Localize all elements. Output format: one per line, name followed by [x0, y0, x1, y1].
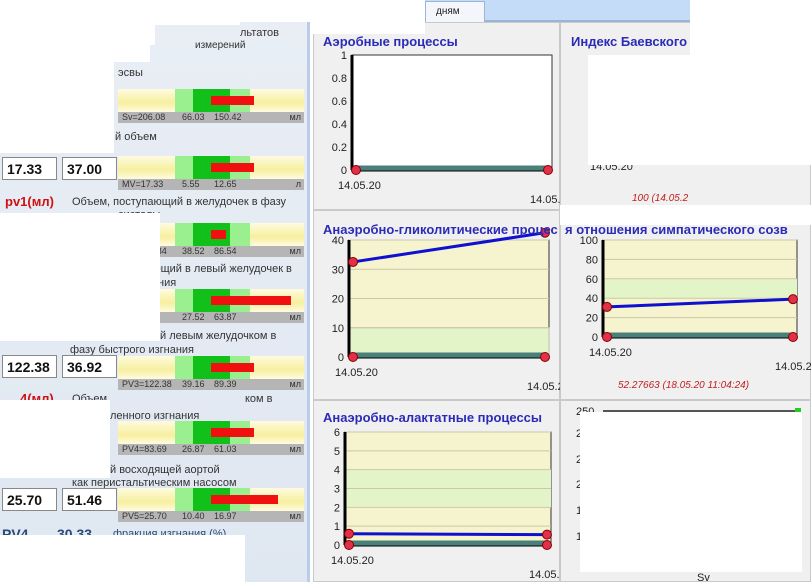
x-axis-label: Sv	[697, 572, 710, 582]
